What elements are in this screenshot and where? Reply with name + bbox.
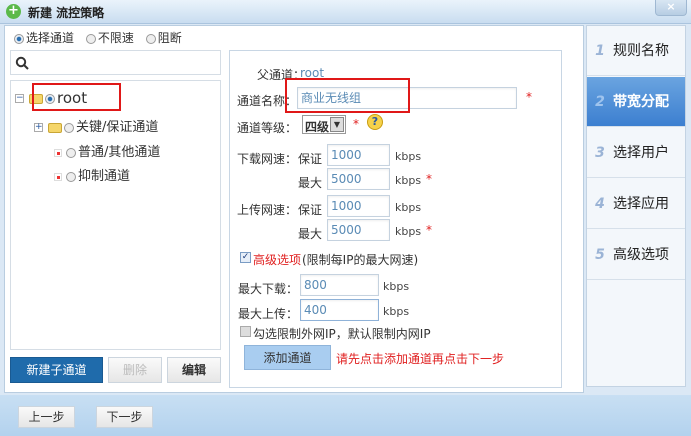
max-upload-input[interactable]: 400 [300,299,379,321]
delete-button[interactable]: 删除 [108,357,162,383]
unit-label: kbps [383,280,410,293]
edit-button[interactable]: 编辑 [167,357,221,383]
step-advanced[interactable]: 5 高级选项 [587,230,685,280]
download-max-input[interactable]: 5000 [327,168,390,190]
hint-text: 请先点击添加通道再点击下一步 [336,352,505,366]
step-select-app[interactable]: 4 选择应用 [587,179,685,229]
add-channel-button[interactable]: 添加通道 [244,345,331,370]
download-label: 下载网速： [237,152,298,166]
prev-button[interactable]: 上一步 [18,406,75,428]
step-number: 4 [595,196,605,212]
unit-label: kbps [395,150,422,163]
step-label: 选择应用 [613,196,669,212]
external-ip-checkbox[interactable] [240,326,251,337]
step-label: 高级选项 [613,247,669,263]
advanced-label: 高级选项 [253,253,302,267]
search-input[interactable] [10,50,221,75]
guarantee-label: 保证 [298,152,323,166]
new-subchannel-button[interactable]: 新建子通道 [10,357,103,383]
upload-label: 上传网速： [237,203,298,217]
unit-label: kbps [383,305,410,318]
step-number: 5 [595,247,605,263]
step-select-user[interactable]: 3 选择用户 [587,128,685,178]
mode-label: 选择通道 [26,31,75,45]
help-icon[interactable]: ? [367,114,383,130]
unit-label: kbps [395,201,422,214]
search-icon [15,56,29,70]
folder-icon [48,122,62,133]
level-value: 四级 [305,120,330,134]
guarantee-label: 保证 [298,203,323,217]
highlight-box [285,78,410,113]
required-mark: * [426,172,432,186]
steps-nav: 1 规则名称 2 带宽分配 3 选择用户 4 选择应用 5 高级选项 [586,25,686,387]
tree-node[interactable]: 抑制通道 [54,165,130,184]
upload-guarantee-input[interactable]: 1000 [327,195,390,217]
advanced-note: (限制每IP的最大网速) [302,253,419,267]
external-ip-label: 勾选限制外网IP，默认限制内网IP [253,327,431,341]
add-icon: + [6,4,21,19]
chevron-down-icon[interactable]: ▼ [330,117,344,132]
window-title: 新建 流控策略 [28,6,105,20]
highlight-box [32,83,121,111]
step-number: 2 [595,94,605,110]
upload-max-input[interactable]: 5000 [327,219,390,241]
required-mark: * [526,90,532,104]
step-number: 1 [595,43,605,59]
step-label: 规则名称 [613,43,669,59]
mode-unlimited[interactable]: 不限速 [85,31,138,45]
required-mark: * [353,117,359,131]
mode-radio-group: 选择通道 不限速 阻断 [14,29,190,46]
mode-label: 阻断 [157,31,182,45]
mode-select-channel[interactable]: 选择通道 [14,31,78,45]
tree-node-label: 普通/其他通道 [78,145,161,160]
max-label: 最大 [298,227,323,241]
advanced-checkbox[interactable]: ✓ [240,252,251,263]
mode-label: 不限速 [97,31,134,45]
level-select[interactable]: 四级 ▼ [302,115,346,134]
required-mark: * [426,223,432,237]
unit-label: kbps [395,225,422,238]
max-download-input[interactable]: 800 [300,274,379,296]
level-label: 通道等级： [237,121,298,135]
max-label: 最大 [298,176,323,190]
expand-icon[interactable]: + [34,123,43,132]
tree-node[interactable]: + 关键/保证通道 [34,116,158,135]
tree-node-label: 抑制通道 [78,169,131,184]
download-guarantee-input[interactable]: 1000 [327,144,390,166]
step-label: 选择用户 [613,145,669,161]
tree-node-label: 关键/保证通道 [76,120,159,135]
unit-label: kbps [395,174,422,187]
leaf-icon [54,148,62,157]
step-rule-name[interactable]: 1 规则名称 [587,26,685,76]
step-number: 3 [595,145,605,161]
tree-node[interactable]: 普通/其他通道 [54,141,160,160]
mode-block[interactable]: 阻断 [145,31,186,45]
step-bandwidth[interactable]: 2 带宽分配 [587,77,685,127]
max-download-label: 最大下载： [238,282,299,296]
leaf-icon [54,172,62,181]
collapse-icon[interactable]: − [15,94,24,103]
max-upload-label: 最大上传： [238,307,299,321]
next-button[interactable]: 下一步 [96,406,153,428]
step-label: 带宽分配 [613,94,669,110]
close-button[interactable]: × [655,0,687,16]
